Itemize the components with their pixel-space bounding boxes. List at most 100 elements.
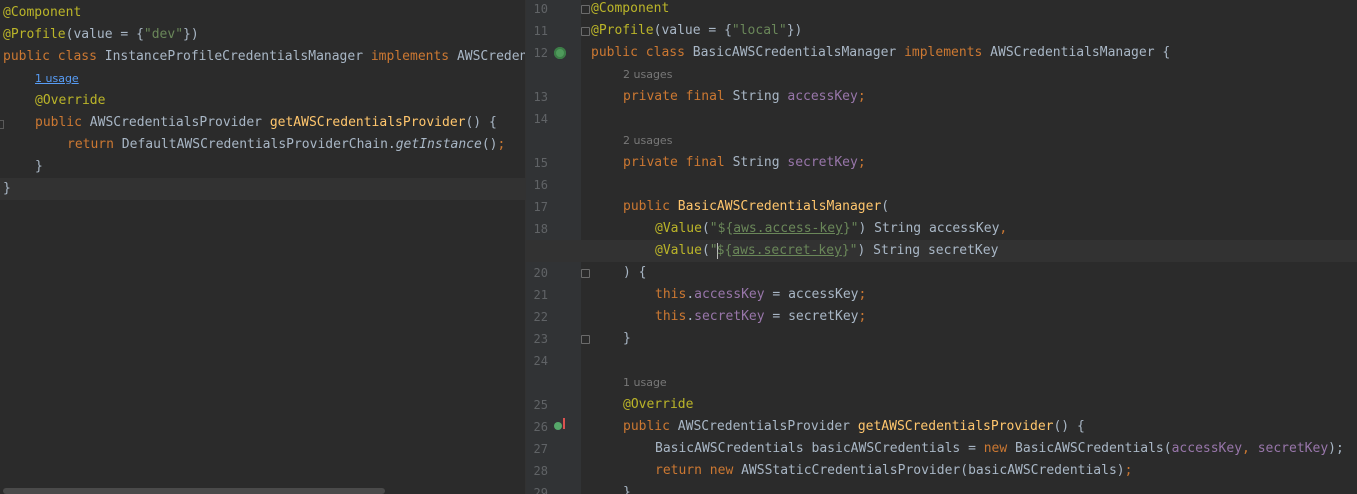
usages-link[interactable]: 1 usage [35, 72, 79, 85]
code-line[interactable]: return new AWSStaticCredentialsProvider(… [526, 460, 1357, 482]
keyword: public class [3, 49, 105, 64]
code-line[interactable]: @Profile(value = {"dev"}) [0, 24, 526, 46]
code-text: ( [701, 243, 710, 258]
closing-brace: } [35, 159, 43, 174]
keyword: private final [623, 155, 733, 170]
keyword: public class [591, 45, 693, 60]
code-line[interactable]: 1 usage [0, 68, 526, 90]
semicolon: ; [858, 309, 867, 324]
code-line[interactable]: public AWSCredentialsProvider getAWSCred… [0, 112, 526, 134]
class-name: BasicAWSCredentialsManager [692, 45, 905, 60]
code-line[interactable]: BasicAWSCredentials basicAWSCredentials … [526, 438, 1357, 460]
property-reference[interactable]: aws.access-key [733, 221, 843, 236]
semicolon: ; [497, 137, 506, 152]
semicolon: ; [857, 155, 866, 170]
string-literal: }" [841, 243, 858, 258]
code-text: = secretKey [764, 309, 859, 324]
type-name: String [732, 155, 788, 170]
code-line[interactable]: ) { [526, 262, 1357, 284]
code-line[interactable]: 2 usages [526, 64, 1357, 86]
field-name: accessKey [1171, 441, 1243, 456]
code-text: . [686, 309, 695, 324]
code-line[interactable]: @Override [526, 394, 1357, 416]
code-line[interactable]: public AWSCredentialsProvider getAWSCred… [526, 416, 1357, 438]
code-line[interactable]: } [526, 482, 1357, 494]
code-line[interactable]: public class InstanceProfileCredentialsM… [0, 46, 526, 68]
code-line[interactable]: return DefaultAWSCredentialsProviderChai… [0, 134, 526, 156]
code-line[interactable]: this.secretKey = secretKey; [526, 306, 1357, 328]
class-name: InstanceProfileCredentialsManager [104, 49, 371, 64]
interface-name: AWSCredentialsManager { [990, 45, 1171, 60]
code-text: () { [1053, 419, 1085, 434]
string-literal: }" [842, 221, 859, 236]
code-text: ) String accessKey [858, 221, 1000, 236]
code-line[interactable]: 1 usage [526, 372, 1357, 394]
keyword: private final [623, 89, 733, 104]
keyword: public [35, 115, 90, 130]
string-literal: "${ [709, 221, 734, 236]
field-name: accessKey [694, 287, 765, 302]
code-text: BasicAWSCredentials( [1015, 441, 1172, 456]
code-text: = accessKey [764, 287, 859, 302]
fold-marker-icon[interactable] [0, 120, 4, 129]
string-literal: "local" [731, 23, 787, 38]
keyword: this [655, 309, 687, 324]
right-editor-pane[interactable]: 10 11 12 13 14 15 16 17 18 19 20 21 22 2… [526, 0, 1357, 494]
code-line[interactable]: @Override [0, 90, 526, 112]
keyword: public [623, 199, 678, 214]
keyword: return new [655, 463, 742, 478]
class-name: DefaultAWSCredentialsProviderChain. [121, 137, 396, 152]
horizontal-scrollbar[interactable] [3, 488, 385, 494]
type-name: AWSCredentialsProvider [89, 115, 270, 130]
code-text: () [481, 137, 498, 152]
comma: , [999, 221, 1008, 236]
comma: , [1242, 441, 1258, 456]
code-text: (value = { [653, 23, 732, 38]
method-call: getInstance [395, 137, 482, 152]
code-line[interactable]: this.accessKey = accessKey; [526, 284, 1357, 306]
code-line[interactable]: @Component [526, 0, 1357, 20]
annotation: @Override [35, 93, 106, 108]
code-line[interactable]: 2 usages [526, 130, 1357, 152]
code-line[interactable]: } [526, 328, 1357, 350]
property-reference[interactable]: aws.secret-key [732, 243, 842, 258]
annotation: @Value [655, 243, 702, 258]
semicolon: ; [1124, 463, 1133, 478]
code-text: ( [881, 199, 890, 214]
left-editor-pane[interactable]: @Component @Profile(value = {"dev"}) pub… [0, 0, 526, 494]
annotation: @Component [3, 5, 82, 20]
code-text: BasicAWSCredentials basicAWSCredentials … [655, 441, 984, 456]
annotation: @Value [655, 221, 702, 236]
code-line[interactable]: private final String accessKey; [526, 86, 1357, 108]
code-line[interactable]: public BasicAWSCredentialsManager( [526, 196, 1357, 218]
code-line[interactable]: } [0, 156, 526, 178]
keyword: public [623, 419, 678, 434]
code-text: AWSStaticCredentialsProvider(basicAWSCre… [741, 463, 1125, 478]
code-line[interactable]: public class BasicAWSCredentialsManager … [526, 42, 1357, 64]
code-text: }) [786, 23, 803, 38]
code-line[interactable]: @Component [0, 2, 526, 24]
semicolon: ; [858, 287, 867, 302]
usages-hint[interactable]: 2 usages [623, 68, 672, 81]
code-line[interactable]: private final String secretKey; [526, 152, 1357, 174]
code-line[interactable]: @Profile(value = {"local"}) [526, 20, 1357, 42]
code-line-current[interactable]: @Value("${aws.secret-key}") String secre… [526, 240, 1357, 262]
annotation: @Component [591, 1, 670, 16]
type-name: String [732, 89, 788, 104]
code-text: }) [183, 27, 199, 42]
field-name: accessKey [787, 89, 858, 104]
field-name: secretKey [1257, 441, 1329, 456]
code-text: . [686, 287, 695, 302]
usages-hint[interactable]: 1 usage [623, 376, 667, 389]
code-text: ); [1328, 441, 1344, 456]
string-literal: "dev" [143, 27, 184, 42]
keyword: implements [904, 45, 991, 60]
code-text: () { [465, 115, 497, 130]
code-text: ) String secretKey [857, 243, 999, 258]
code-line[interactable]: @Value("${aws.access-key}") String acces… [526, 218, 1357, 240]
field-name: secretKey [694, 309, 765, 324]
code-text: (value = { [65, 27, 144, 42]
usages-hint[interactable]: 2 usages [623, 134, 672, 147]
annotation: @Override [623, 397, 694, 412]
code-line-current[interactable]: } [0, 178, 526, 200]
